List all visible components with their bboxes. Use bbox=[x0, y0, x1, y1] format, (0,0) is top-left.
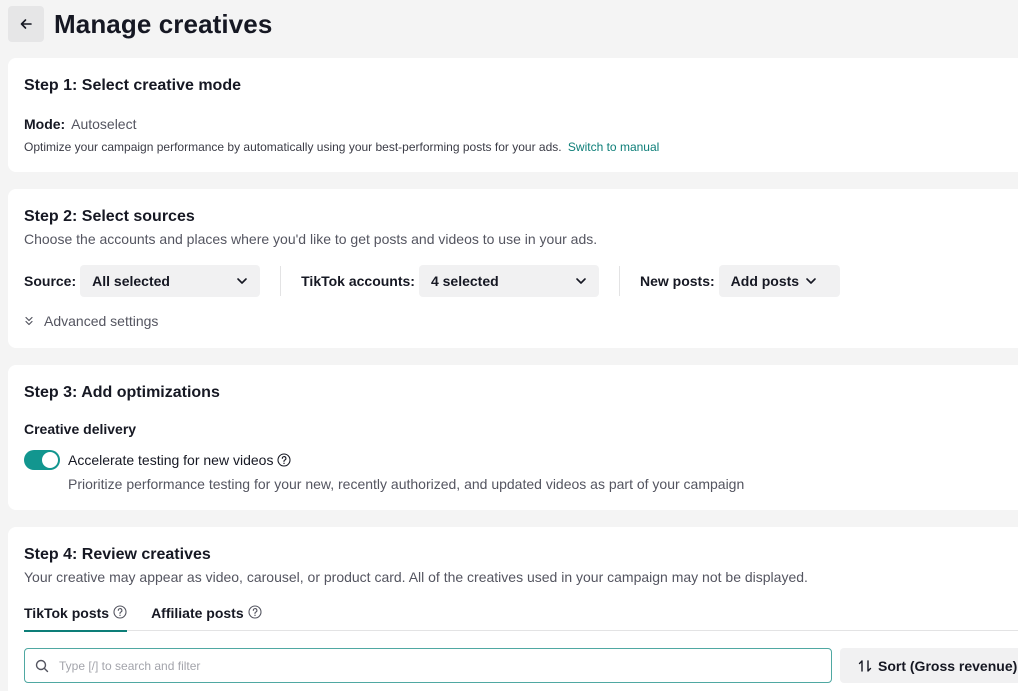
tab-affiliate-posts[interactable]: Affiliate posts bbox=[151, 605, 262, 631]
source-label: Source: bbox=[24, 273, 77, 289]
page-header: Manage creatives bbox=[8, 6, 272, 42]
step4-title: Step 4: Review creatives bbox=[24, 546, 211, 563]
advanced-settings-label: Advanced settings bbox=[44, 313, 159, 329]
advanced-settings-toggle[interactable]: Advanced settings bbox=[24, 313, 158, 329]
tiktok-accounts-label: TikTok accounts: bbox=[301, 273, 415, 289]
add-posts-label: Add posts bbox=[730, 273, 800, 289]
tab-label: Affiliate posts bbox=[151, 605, 244, 621]
source-select[interactable]: All selected bbox=[80, 265, 261, 297]
accelerate-testing-row: Accelerate testing for new videos bbox=[24, 450, 292, 470]
accelerate-testing-description: Prioritize performance testing for your … bbox=[68, 476, 745, 492]
help-icon[interactable] bbox=[248, 605, 262, 619]
posts-tabs: TikTok posts Affiliate posts bbox=[24, 605, 1018, 632]
search-field[interactable] bbox=[24, 648, 832, 683]
step4-description: Your creative may appear as video, carou… bbox=[24, 569, 808, 585]
mode-line: Mode: Autoselect bbox=[24, 116, 136, 132]
sources-row: Source: All selected TikTok accounts: 4 … bbox=[24, 265, 840, 297]
arrow-left-icon bbox=[20, 19, 32, 29]
step1-title: Step 1: Select creative mode bbox=[24, 77, 241, 94]
double-chevron-down-icon bbox=[25, 316, 33, 326]
step2-card: Step 2: Select sources Choose the accoun… bbox=[8, 189, 1018, 348]
add-posts-dropdown[interactable]: Add posts bbox=[718, 265, 840, 297]
accelerate-testing-toggle[interactable] bbox=[24, 450, 60, 470]
search-input[interactable] bbox=[59, 658, 759, 673]
step2-title: Step 2: Select sources bbox=[24, 208, 195, 225]
search-icon bbox=[35, 659, 49, 672]
accelerate-testing-label: Accelerate testing for new videos bbox=[68, 452, 274, 468]
chevron-down-icon bbox=[576, 278, 586, 284]
step3-title: Step 3: Add optimizations bbox=[24, 384, 220, 401]
mode-description: Optimize your campaign performance by au… bbox=[24, 140, 562, 154]
step4-card: Step 4: Review creatives Your creative m… bbox=[8, 527, 1018, 691]
page-title: Manage creatives bbox=[54, 8, 273, 39]
source-select-value: All selected bbox=[92, 273, 170, 289]
back-button[interactable] bbox=[8, 6, 44, 42]
sort-label: Sort (Gross revenue) bbox=[878, 657, 1018, 674]
chevron-down-icon bbox=[237, 278, 247, 284]
sort-button[interactable]: Sort (Gross revenue) bbox=[840, 648, 1018, 683]
divider bbox=[618, 266, 620, 296]
tiktok-accounts-value: 4 selected bbox=[430, 273, 499, 289]
new-posts-label: New posts: bbox=[639, 273, 715, 289]
mode-label: Mode: bbox=[24, 116, 66, 132]
help-icon[interactable] bbox=[277, 453, 292, 467]
creative-delivery-title: Creative delivery bbox=[24, 421, 137, 437]
step3-card: Step 3: Add optimizations Creative deliv… bbox=[8, 365, 1018, 510]
switch-to-manual-link[interactable]: Switch to manual bbox=[568, 140, 659, 154]
mode-description-line: Optimize your campaign performance by au… bbox=[24, 140, 659, 154]
sort-icon bbox=[858, 659, 872, 672]
step1-card: Step 1: Select creative mode Mode: Autos… bbox=[8, 58, 1018, 172]
help-icon[interactable] bbox=[113, 605, 127, 619]
chevron-down-icon bbox=[806, 278, 816, 284]
mode-value: Autoselect bbox=[71, 116, 137, 132]
tab-tiktok-posts[interactable]: TikTok posts bbox=[24, 605, 128, 632]
tiktok-accounts-select[interactable]: 4 selected bbox=[418, 265, 599, 297]
toggle-knob bbox=[42, 452, 58, 468]
step2-description: Choose the accounts and places where you… bbox=[24, 231, 598, 247]
divider bbox=[280, 266, 282, 296]
tab-label: TikTok posts bbox=[24, 605, 110, 621]
